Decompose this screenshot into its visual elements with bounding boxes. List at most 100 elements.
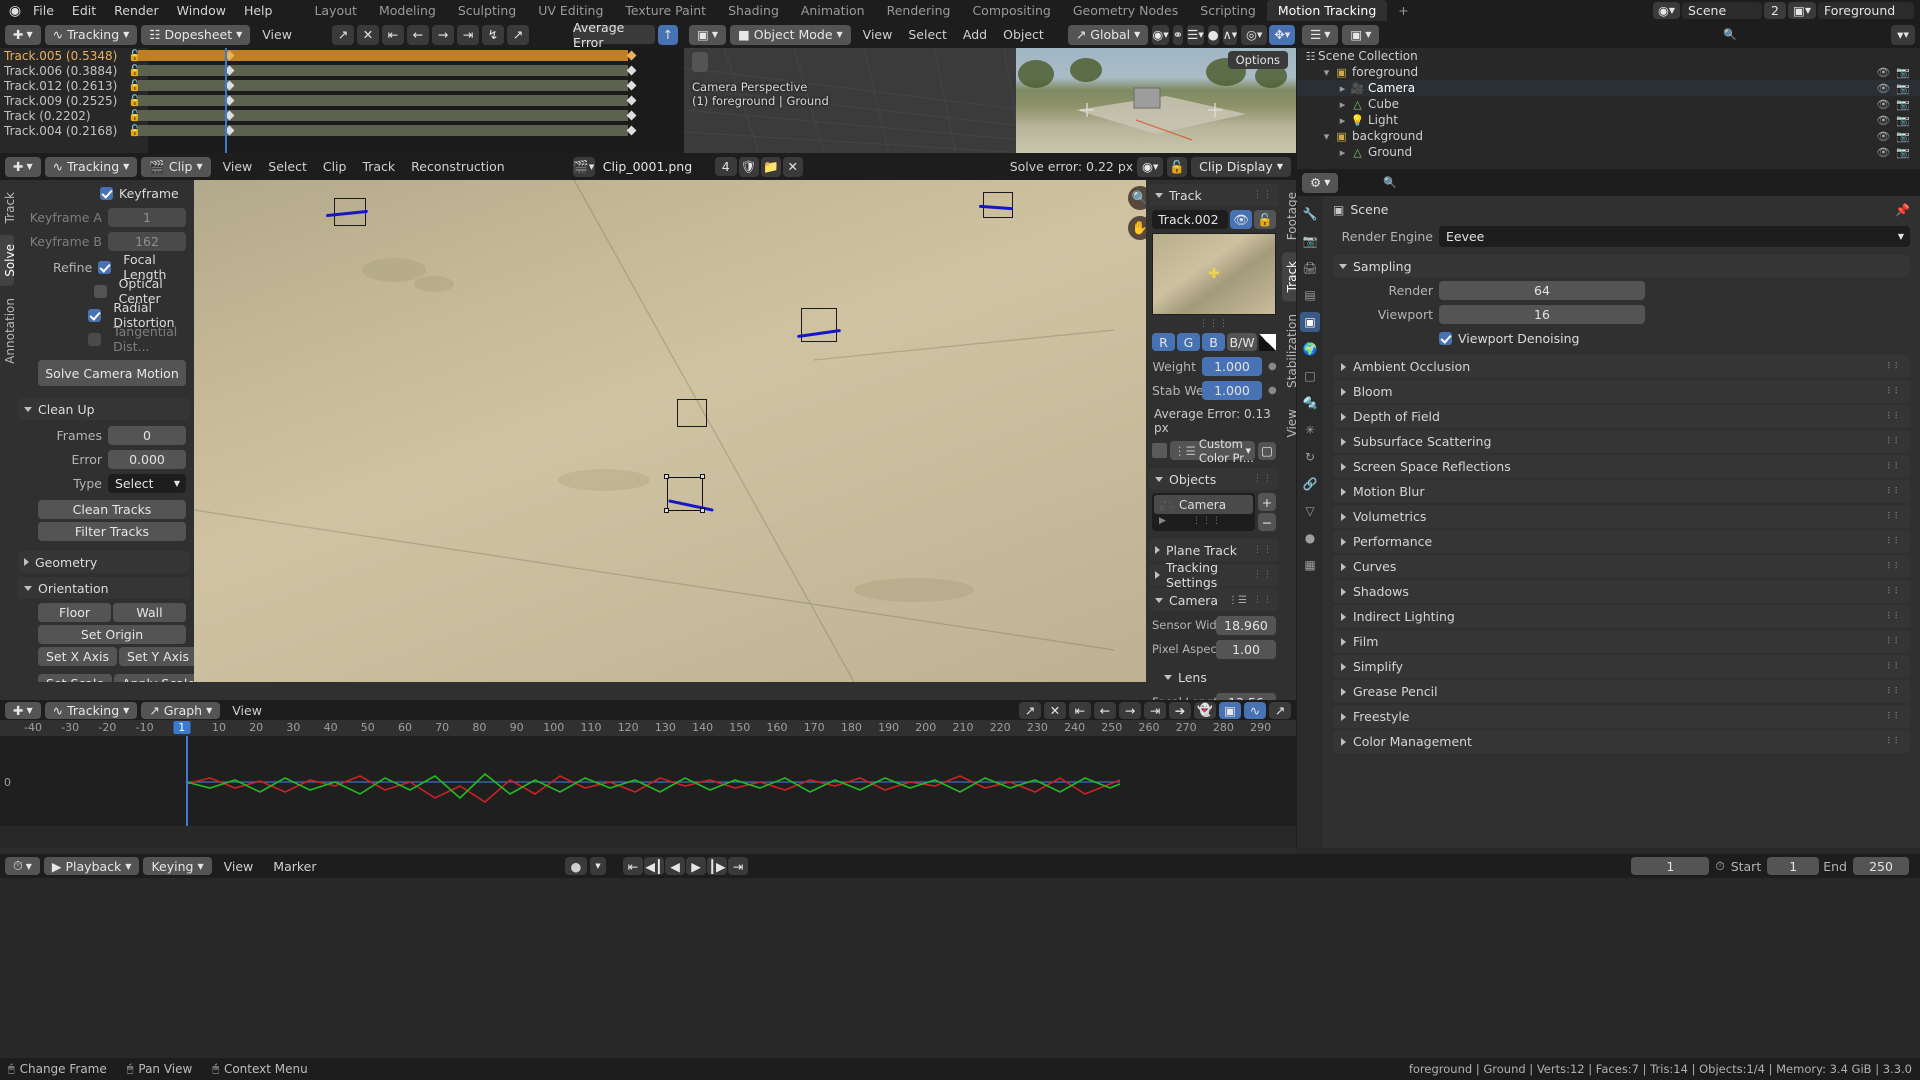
graph-view-type[interactable]: ↗ Graph ▼ (141, 701, 221, 719)
graph-editor-type-icon[interactable]: ✚ ▼ (5, 701, 41, 719)
outliner-editor-type-icon[interactable]: ☰ ▼ (1302, 24, 1339, 45)
dopesheet-track-row[interactable]: Track.005 (0.5348) 🔓 (0, 48, 148, 63)
keyframe-marker[interactable] (626, 125, 637, 136)
location-curve-icon[interactable]: ▣ (1219, 701, 1241, 719)
dopesheet-channel-bar[interactable] (138, 80, 628, 91)
add-workspace-button[interactable]: + (1387, 0, 1419, 21)
objects-panel-header[interactable]: Objects ⋮⋮ (1149, 468, 1279, 490)
refine-checkbox-optical-center[interactable] (93, 284, 107, 298)
track-back-icon[interactable]: ⇤ (1069, 701, 1091, 719)
constraint-properties-icon[interactable]: 🔗 (1300, 474, 1320, 494)
workspace-tab-layout[interactable]: Layout (303, 0, 368, 21)
animate-dot[interactable]: ● (1268, 361, 1277, 372)
dopesheet-channel-bar[interactable] (138, 95, 628, 106)
properties-section-film[interactable]: Film ⠇⠇ (1333, 630, 1910, 653)
dopesheet-channel-bar[interactable] (138, 50, 628, 61)
render-properties-icon[interactable]: 📷 (1300, 231, 1320, 251)
track-marker[interactable] (677, 399, 707, 427)
outliner-tree[interactable]: ☷ Scene Collection ▾ ▣ foreground 👁 📷 ▸ 🎥 Camer… (1297, 48, 1920, 169)
properties-section-curves[interactable]: Curves ⠇⠇ (1333, 555, 1910, 578)
dopesheet-view-menu[interactable]: View (254, 27, 300, 42)
chevron-right-icon[interactable]: ▸ (1335, 146, 1350, 159)
track-forwards-icon[interactable]: ⇥ (456, 24, 479, 45)
expand-arrow-icon[interactable]: ▶ (1159, 516, 1166, 526)
apply-scale-button[interactable]: Apply Scale (114, 674, 194, 682)
orientation-panel-header[interactable]: Orientation (18, 577, 190, 599)
keyframe-a-field[interactable]: 1 (108, 207, 186, 227)
track-prev-frame-icon[interactable]: ← (406, 24, 429, 45)
solve-camera-motion-button[interactable]: Solve Camera Motion (38, 360, 186, 386)
preset-list-icon[interactable]: ⋮☰ (1228, 595, 1247, 606)
properties-section-color-management[interactable]: Color Management ⠇⠇ (1333, 730, 1910, 753)
drag-dots[interactable]: ⠇⠇ (1887, 387, 1902, 397)
type-select[interactable]: Select ▼ (108, 473, 186, 493)
output-properties-icon[interactable]: 🖨 (1300, 258, 1320, 278)
outliner-item-light[interactable]: ▸ 💡 Light 👁 📷 (1297, 112, 1920, 128)
track-name-field[interactable]: Track.002 (1152, 210, 1228, 229)
clip-tab-annotation[interactable]: Annotation (0, 289, 17, 373)
drag-dots[interactable]: ⋮⋮ (1253, 570, 1273, 580)
viewport-menu-add[interactable]: Add (955, 27, 995, 42)
marker-corner-handle[interactable] (700, 474, 705, 479)
pin-icon[interactable]: 📌 (1895, 203, 1910, 217)
camera-render-icon[interactable]: 📷 (1896, 66, 1910, 79)
chevron-right-icon[interactable]: ▸ (1335, 98, 1350, 111)
graph-ruler[interactable]: -40 -30 -20 -10 1 10 20 30 40 50 60 70 80 90 100 110 120… (0, 720, 1296, 736)
dopesheet-track-row[interactable]: Track.004 (0.2168) 🔓 (0, 123, 148, 138)
browse-clip-icon[interactable]: 🎬 ▼ (572, 156, 595, 177)
properties-section-shadows[interactable]: Shadows ⠇⠇ (1333, 580, 1910, 603)
color-preset-select[interactable]: ⋮☰ Custom Color Pr... ▼ (1170, 437, 1255, 465)
outliner-item-background[interactable]: ▾ ▣ background 👁 📷 (1297, 128, 1920, 144)
eye-icon[interactable]: 👁 (1876, 82, 1890, 95)
track-prev-icon[interactable]: ← (1094, 701, 1116, 719)
bw-button[interactable]: B/W (1227, 333, 1257, 351)
set-x-axis-button[interactable]: Set X Axis (38, 647, 117, 666)
chevron-down-icon[interactable]: ▾ (1319, 130, 1334, 143)
clip-canvas[interactable]: 🔍 ✋ (194, 180, 1160, 682)
dopesheet-track-row[interactable]: Track (0.2202) 🔓 (0, 108, 148, 123)
lock-icon[interactable]: 🔓 (1167, 156, 1188, 177)
marker-corner-handle[interactable] (664, 508, 669, 513)
outliner-item-foreground[interactable]: ▾ ▣ foreground 👁 📷 (1297, 64, 1920, 80)
eye-icon[interactable]: 👁 (1876, 130, 1890, 143)
clean-tracks-button[interactable]: Clean Tracks (38, 500, 186, 519)
outliner-search-input[interactable]: 🔍 (1718, 25, 1888, 44)
set-origin-button[interactable]: Set Origin (38, 625, 186, 644)
weight-slider[interactable]: 1.000 (1202, 356, 1262, 376)
dopesheet-keyframe-grid[interactable] (138, 48, 683, 153)
clip-tab-stabilization[interactable]: Stabilization (1282, 304, 1299, 397)
overlays-icon[interactable]: ✥ ▼ (1269, 24, 1296, 45)
chevron-right-icon[interactable]: ▸ (1335, 114, 1350, 127)
jump-to-start-icon[interactable]: ⇤ (623, 857, 643, 875)
viewport-editor-type-icon[interactable]: ▣ ▼ (689, 24, 726, 45)
camera-render-icon[interactable]: 📷 (1896, 98, 1910, 111)
pivot-icon[interactable]: ◉ ▼ (1137, 156, 1164, 177)
drag-dots[interactable]: ⠇⠇ (1887, 462, 1902, 472)
menu-render[interactable]: Render (105, 0, 168, 21)
menu-help[interactable]: Help (235, 0, 282, 21)
menu-edit[interactable]: Edit (63, 0, 105, 21)
set-scale-button[interactable]: Set Scale (38, 674, 113, 682)
drag-dots[interactable]: ⋮⋮⋮ (1192, 516, 1222, 526)
dopesheet-mode-selector[interactable]: ∿ Tracking ▼ (44, 24, 138, 45)
view-layer-properties-icon[interactable]: ▤ (1300, 285, 1320, 305)
viewport-menu-object[interactable]: Object (995, 27, 1052, 42)
drag-dots[interactable]: ⠇⠇ (1887, 487, 1902, 497)
fake-user-icon[interactable]: 🛡 (738, 156, 759, 177)
jump-to-end-icon[interactable]: ⇥ (728, 857, 748, 875)
pivot-point-icon[interactable]: ◉ ▼ (1152, 24, 1169, 45)
track-preview[interactable]: ✚ (1152, 233, 1276, 315)
properties-section-grease-pencil[interactable]: Grease Pencil ⠇⠇ (1333, 680, 1910, 703)
sort-inverse-icon[interactable]: ↑ (658, 24, 678, 45)
sampling-panel-header[interactable]: Sampling (1333, 255, 1910, 277)
eye-icon[interactable]: 👁 (1230, 210, 1252, 229)
workspace-tab-geometry-nodes[interactable]: Geometry Nodes (1062, 0, 1189, 21)
clip-display-button[interactable]: Clip Display ▼ (1191, 156, 1291, 177)
timeline-editor-type-icon[interactable]: ⏱ ▼ (5, 857, 40, 875)
drag-dots[interactable]: ⠇⠇ (1887, 662, 1902, 672)
keyframe-marker[interactable] (626, 50, 637, 61)
drag-dots[interactable]: ⋮⋮ (1253, 190, 1273, 200)
editor-type-icon[interactable]: ✚ ▼ (5, 24, 41, 45)
close-icon[interactable]: ✕ (782, 156, 803, 177)
channel-g-button[interactable]: G (1177, 333, 1201, 351)
